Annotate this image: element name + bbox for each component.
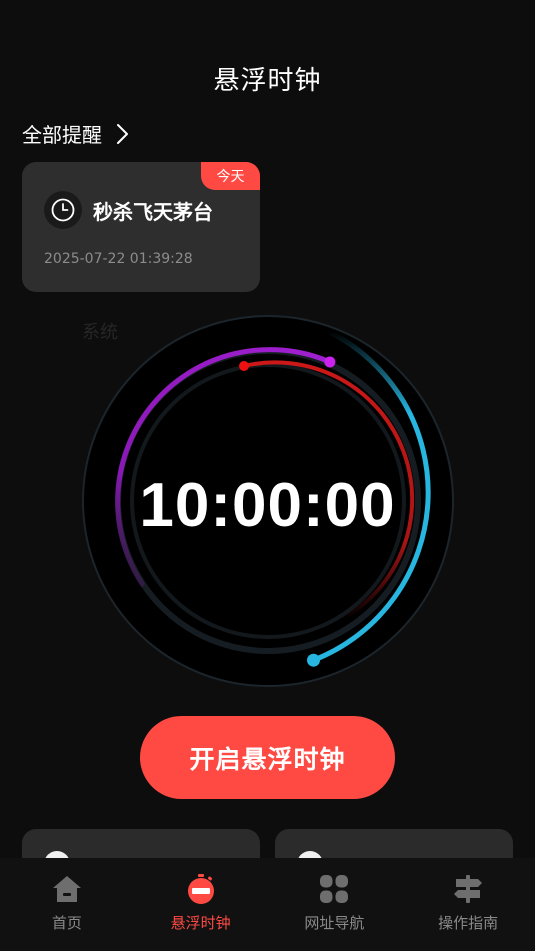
knob-purple — [324, 356, 336, 368]
page-title: 悬浮时钟 — [213, 66, 322, 96]
grid-icon — [317, 872, 351, 906]
tab-url-nav[interactable]: 网址导航 — [268, 858, 402, 951]
knob-blue — [307, 653, 320, 667]
all-reminders-label: 全部提醒 — [22, 123, 102, 147]
bottom-tab-bar: 首页 悬浮时钟 网址导航 操作指南 — [0, 858, 535, 951]
tab-floating-clock[interactable]: 悬浮时钟 — [134, 858, 268, 951]
today-badge: 今天 — [201, 162, 260, 190]
tab-label: 悬浮时钟 — [170, 914, 231, 932]
home-icon — [50, 872, 84, 906]
tab-label: 网址导航 — [304, 914, 365, 932]
tab-label: 操作指南 — [438, 914, 499, 932]
tab-home[interactable]: 首页 — [0, 858, 134, 951]
reminder-time: 2025-07-22 01:39:28 — [44, 251, 193, 267]
start-floating-clock-button[interactable]: 开启悬浮时钟 — [140, 716, 395, 799]
tab-guide[interactable]: 操作指南 — [401, 858, 535, 951]
reminder-card[interactable]: 今天 秒杀飞天茅台 2025-07-22 01:39:28 — [22, 162, 260, 292]
signpost-icon — [451, 872, 485, 906]
reminder-title: 秒杀飞天茅台 — [93, 200, 213, 224]
clock-time: 10:00:00 — [139, 471, 396, 540]
stopwatch-icon — [184, 872, 218, 906]
chevron-right-icon — [108, 120, 136, 148]
clock-icon — [44, 191, 82, 229]
tab-label: 首页 — [51, 914, 82, 932]
all-reminders-link[interactable]: 全部提醒 — [22, 119, 136, 148]
knob-red — [239, 361, 249, 371]
